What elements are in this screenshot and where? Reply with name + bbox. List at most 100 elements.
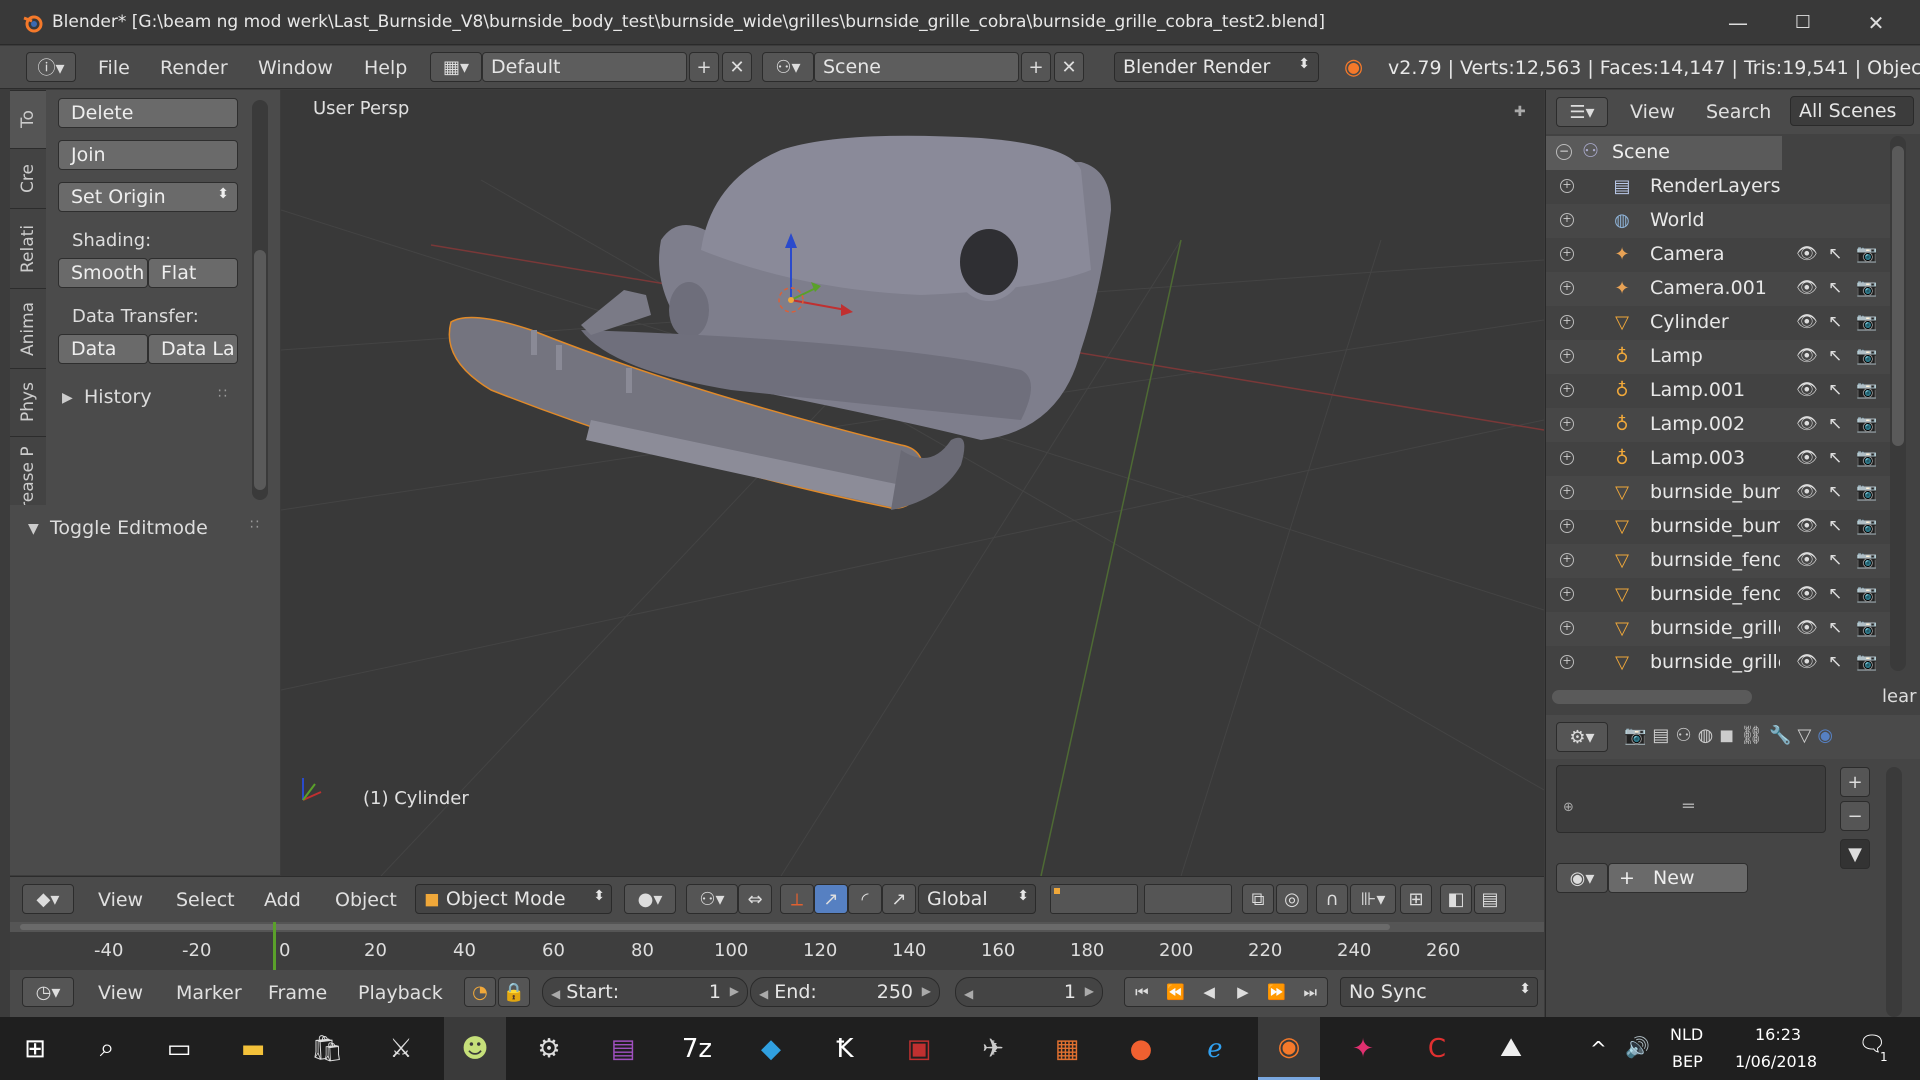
office-icon[interactable]: ▦ [1036,1017,1098,1080]
winrar-icon[interactable]: ▤ [592,1017,654,1080]
outliner-item-name[interactable]: RenderLayers [1650,175,1780,197]
timeline-scrollbar[interactable] [10,922,1544,932]
visibility-eye-icon[interactable]: 👁 [1796,380,1818,400]
modifiers-tab-icon[interactable]: 🔧 [1769,725,1797,746]
snap-target-icon[interactable]: ⊞ [1400,884,1432,914]
renderability-camera-icon[interactable]: 📷 [1856,244,1877,264]
selectability-arrow-icon[interactable]: ↖ [1828,652,1842,672]
expand-icon[interactable]: + [1560,587,1574,601]
outliner-item[interactable]: + ▽ burnside_bum 👁 ↖ 📷 [1546,476,1906,510]
scene-field[interactable]: Scene [814,52,1019,82]
tray-overflow-icon[interactable]: ^ [1590,1037,1607,1061]
outliner-item[interactable]: + ◍ World [1546,204,1906,238]
selectability-arrow-icon[interactable]: ↖ [1828,346,1842,366]
renderability-camera-icon[interactable]: 📷 [1856,278,1877,298]
outliner-item[interactable]: + ✦ Camera.001 👁 ↖ 📷 [1546,272,1906,306]
render-engine-select[interactable]: Blender Render ⬍ [1114,52,1319,82]
snap-toggle-icon[interactable]: ∩ [1316,884,1348,914]
outliner-item[interactable]: + ♁ Lamp.001 👁 ↖ 📷 [1546,374,1906,408]
renderability-camera-icon[interactable]: 📷 [1856,618,1877,638]
outliner-item-name[interactable]: Camera.001 [1650,277,1780,299]
end-frame-field[interactable]: ◀ End: 250 ▶ [750,977,940,1007]
data-layers-button[interactable]: Data La [148,334,238,364]
current-frame-field[interactable]: ◀ 1 ▶ [955,977,1103,1007]
keyboard-layout[interactable]: BEP [1672,1052,1703,1071]
selectability-arrow-icon[interactable]: ↖ [1828,550,1842,570]
outliner-scroll-thumb[interactable] [1892,146,1904,446]
menu-render[interactable]: Render [160,57,228,79]
close-button[interactable]: ✕ [1848,0,1904,45]
list-resize-handle-icon[interactable]: ═ [1683,796,1694,817]
scene-selector-icon[interactable]: ⚇▾ [762,52,814,82]
layer-buttons-group-1[interactable] [1050,884,1138,914]
add-scene-button[interactable]: + [1021,52,1051,82]
selectability-arrow-icon[interactable]: ↖ [1828,414,1842,434]
decrement-arrow-icon[interactable]: ◀ [759,987,768,1001]
expand-icon[interactable]: + [1560,247,1574,261]
selectability-arrow-icon[interactable]: ↖ [1828,482,1842,502]
remove-scene-button[interactable]: ✕ [1054,52,1084,82]
outliner-item[interactable]: + ▽ Cylinder 👁 ↖ 📷 [1546,306,1906,340]
outliner-item[interactable]: + ▤ RenderLayers [1546,170,1906,204]
scene-row[interactable]: − ⚇ Scene [1546,136,1782,170]
collapse-triangle-icon[interactable]: ▼ [28,521,39,537]
material-tab-icon[interactable]: ◉ [1817,725,1839,746]
decrement-arrow-icon[interactable]: ◀ [964,987,973,1001]
input-language[interactable]: NLD [1670,1025,1703,1044]
menu-window[interactable]: Window [258,57,333,79]
outliner-item[interactable]: + ♁ Lamp.003 👁 ↖ 📷 [1546,442,1906,476]
outliner-item[interactable]: + ▽ burnside_fend 👁 ↖ 📷 [1546,578,1906,612]
outliner-item-name[interactable]: burnside_bum [1650,515,1780,537]
maximize-button[interactable]: ☐ [1775,0,1831,45]
corsair-icon[interactable]: ⚔ [370,1017,432,1080]
expand-icon[interactable]: + [1560,451,1574,465]
outliner-hscrollbar[interactable] [1552,690,1752,704]
visibility-eye-icon[interactable]: 👁 [1796,550,1818,570]
visibility-eye-icon[interactable]: 👁 [1796,516,1818,536]
aorus-icon[interactable]: ✈ [962,1017,1024,1080]
drag-handle-icon[interactable]: ∷ [218,386,227,402]
renderability-camera-icon[interactable]: 📷 [1856,516,1877,536]
steam-icon[interactable]: ⚙ [518,1017,580,1080]
selectability-arrow-icon[interactable]: ↖ [1828,312,1842,332]
selectability-arrow-icon[interactable]: ↖ [1828,380,1842,400]
material-browse-icon[interactable]: ◉▾ [1556,863,1608,893]
scale-manipulator-icon[interactable]: ◜ [848,884,882,914]
renderability-camera-icon[interactable]: 📷 [1856,346,1877,366]
rotate-manipulator-icon[interactable]: ↗ [814,884,848,914]
outliner-item[interactable]: + ✦ Camera 👁 ↖ 📷 [1546,238,1906,272]
tab-relations[interactable]: Relati [10,208,46,288]
slot-specials-icon[interactable]: ▼ [1840,839,1870,869]
selectability-arrow-icon[interactable]: ↖ [1828,244,1842,264]
expand-icon[interactable]: + [1560,417,1574,431]
visibility-eye-icon[interactable]: 👁 [1796,312,1818,332]
decrement-arrow-icon[interactable]: ◀ [551,987,560,1001]
clock-time[interactable]: 16:23 [1755,1025,1801,1044]
outliner-item-name[interactable]: World [1650,209,1780,231]
renderability-camera-icon[interactable]: 📷 [1856,448,1877,468]
increment-arrow-icon[interactable]: ▶ [1085,984,1094,998]
transform-orientation-select[interactable]: Global ⬍ [918,884,1036,914]
properties-toggle-icon[interactable]: ✚ [1514,104,1526,120]
pivot-point-icon[interactable]: ⚇▾ [686,884,738,914]
outliner-item[interactable]: + ♁ Lamp.002 👁 ↖ 📷 [1546,408,1906,442]
expand-icon[interactable]: + [1560,655,1574,669]
outliner-item-name[interactable]: Cylinder [1650,311,1780,333]
file-explorer-icon[interactable]: ▬ [222,1017,284,1080]
drag-handle-icon[interactable]: ∷ [250,517,259,533]
game-launcher-icon[interactable]: Ꝁ [814,1017,876,1080]
menu-file[interactable]: File [98,57,130,79]
add-layout-button[interactable]: + [689,52,719,82]
visibility-eye-icon[interactable]: 👁 [1796,448,1818,468]
renderability-camera-icon[interactable]: 📷 [1856,482,1877,502]
outliner-item-name[interactable]: burnside_fend [1650,549,1780,571]
outliner-item-name[interactable]: Camera [1650,243,1780,265]
data-tab-icon[interactable]: ▽ [1798,725,1818,746]
screen-layout-icon[interactable]: ▦▾ [430,52,482,82]
data-button[interactable]: Data [58,334,148,364]
expand-icon[interactable]: + [1560,621,1574,635]
object-menu[interactable]: Object [335,889,397,911]
new-material-button[interactable]: + New [1608,863,1748,893]
renderability-camera-icon[interactable]: 📷 [1856,652,1877,672]
shelf-scrollbar[interactable] [252,100,268,500]
